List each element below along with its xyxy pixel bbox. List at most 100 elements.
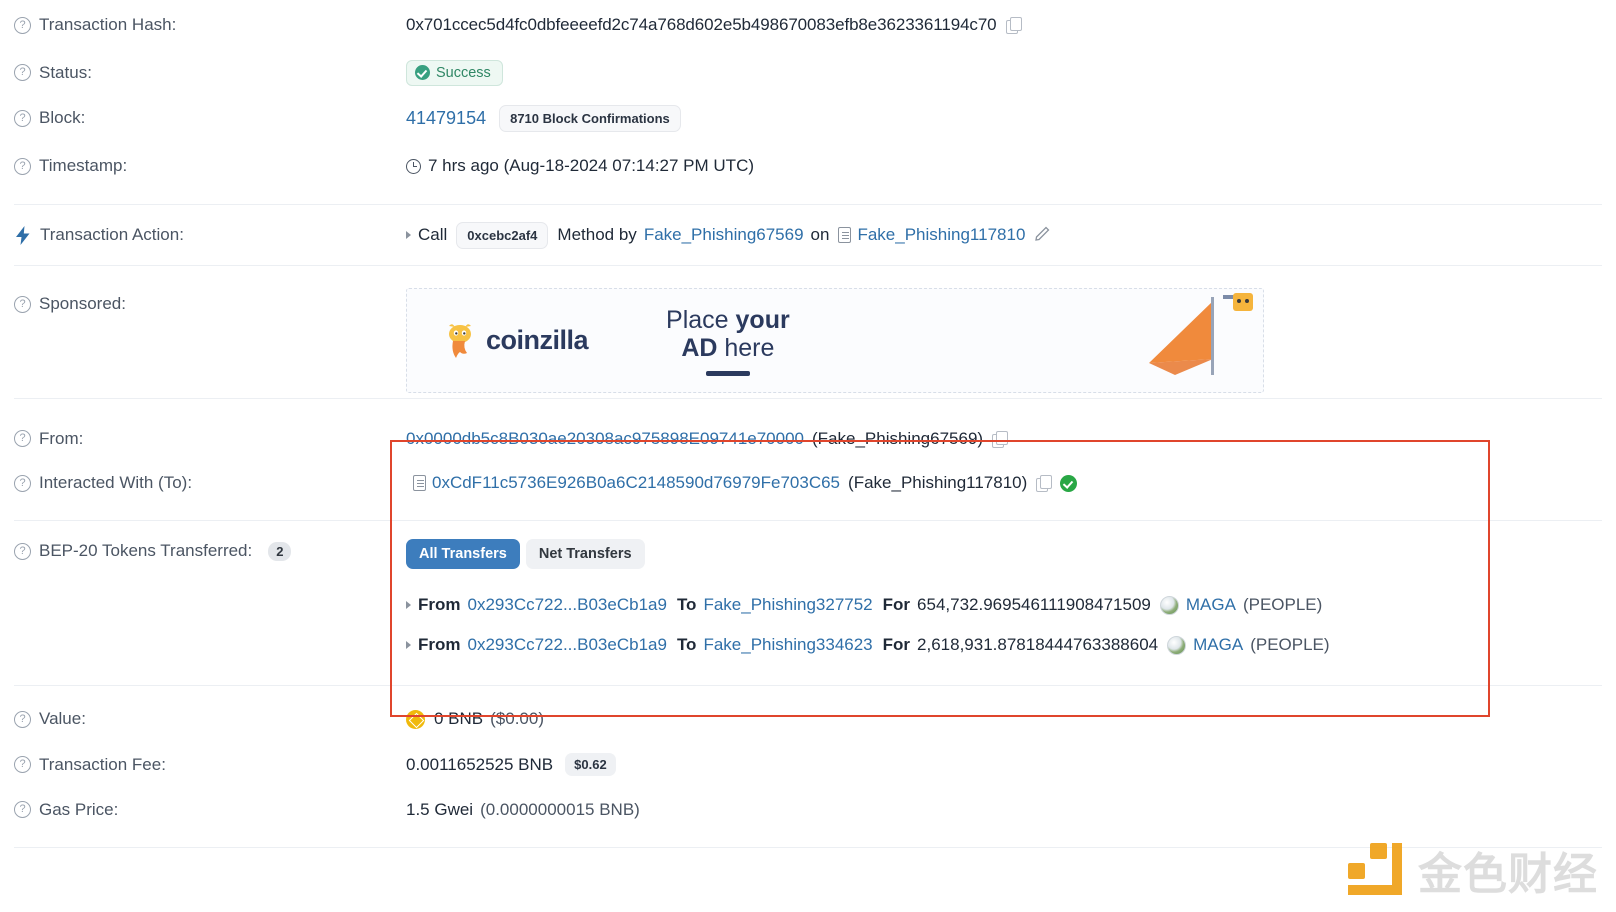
check-circle-icon — [415, 65, 430, 80]
action-contract-link[interactable]: Fake_Phishing117810 — [857, 225, 1025, 245]
watermark-text: 金色财经 — [1418, 838, 1598, 902]
value-interacted-with: 0xCdF11c5736E926B0a6C2148590d76979Fe703C… — [406, 473, 1602, 493]
tab-all-transfers[interactable]: All Transfers — [406, 539, 520, 569]
verified-check-icon — [1060, 474, 1078, 492]
label-interacted-with: ? Interacted With (To): — [14, 473, 406, 493]
expand-caret-icon[interactable] — [406, 641, 411, 649]
block-number-link[interactable]: 41479154 — [406, 108, 486, 129]
transfer-for-word: For — [882, 595, 911, 614]
gas-price-amount: 1.5 Gwei — [406, 799, 474, 819]
ad-underline — [705, 370, 750, 376]
status-badge: Success — [406, 59, 503, 86]
help-icon[interactable]: ? — [14, 157, 31, 175]
transfer-to-word: To — [676, 635, 697, 654]
help-icon[interactable]: ? — [14, 430, 31, 447]
help-icon[interactable]: ? — [14, 474, 31, 492]
value-block: 41479154 8710 Block Confirmations — [406, 104, 1602, 132]
value-from: 0x0000db5c8B030ae20308ac975898E09741e700… — [406, 429, 1602, 449]
block-confirmations-badge: 8710 Block Confirmations — [499, 104, 681, 132]
pencil-icon[interactable] — [1035, 224, 1052, 246]
label-text: Transaction Action: — [40, 225, 184, 244]
label-text: Interacted With (To): — [39, 473, 193, 492]
help-icon[interactable]: ? — [14, 542, 31, 560]
value-sponsored: coinzilla Place your AD here — [406, 288, 1602, 393]
expand-caret-icon[interactable] — [406, 231, 411, 239]
status-badge-label: Success — [436, 64, 491, 81]
clock-icon — [406, 158, 421, 174]
ad-line2-b: here — [724, 333, 775, 362]
help-icon[interactable]: ? — [14, 295, 31, 313]
transfer-from-address-link[interactable]: 0x293Cc722...B03eCb1a9 — [468, 595, 667, 615]
row-value: ? Value: 0 BNB ($0.00) — [0, 696, 1616, 742]
fee-amount: 0.0011652525 BNB — [406, 754, 554, 774]
copy-icon[interactable] — [1036, 475, 1053, 492]
transfer-from-address-link[interactable]: 0x293Cc722...B03eCb1a9 — [468, 635, 667, 655]
copy-icon[interactable] — [1005, 17, 1022, 34]
label-sponsored: ? Sponsored: — [14, 288, 406, 314]
token-icon — [1159, 595, 1179, 615]
action-caller-link[interactable]: Fake_Phishing67569 — [644, 225, 804, 245]
row-transaction-action: Transaction Action: Call 0xcebc2af4 Meth… — [0, 205, 1616, 265]
value-status: Success — [406, 59, 1602, 86]
transfer-token-name: (PEOPLE) — [1242, 595, 1323, 614]
transfer-to-address-link[interactable]: Fake_Phishing334623 — [703, 635, 872, 655]
sponsored-ad-banner[interactable]: coinzilla Place your AD here — [406, 288, 1264, 393]
transfer-to-word: To — [676, 595, 697, 614]
ad-line-1: Place your — [666, 306, 790, 334]
value-value: 0 BNB ($0.00) — [406, 709, 1602, 729]
transfer-token-symbol-link[interactable]: MAGA — [1193, 635, 1243, 655]
watermark-text-b: 经 — [1553, 849, 1598, 900]
transfer-row: From 0x293Cc722...B03eCb1a9 To Fake_Phis… — [406, 635, 1602, 655]
from-address-tag: (Fake_Phishing67569) — [812, 428, 984, 448]
tab-net-transfers[interactable]: Net Transfers — [525, 539, 645, 569]
help-icon[interactable]: ? — [14, 109, 31, 127]
transfer-token-symbol-link[interactable]: MAGA — [1186, 595, 1236, 615]
label-timestamp: ? Timestamp: — [14, 156, 406, 176]
label-text: From: — [39, 428, 84, 448]
to-address-link[interactable]: 0xCdF11c5736E926B0a6C2148590d76979Fe703C… — [432, 473, 840, 493]
to-address-tag: (Fake_Phishing117810) — [848, 473, 1028, 492]
divider — [14, 685, 1602, 686]
expand-caret-icon[interactable] — [406, 601, 411, 609]
from-address-link[interactable]: 0x0000db5c8B030ae20308ac975898E09741e700… — [406, 429, 804, 449]
token-icon — [1167, 635, 1187, 655]
help-icon[interactable]: ? — [14, 756, 31, 773]
help-icon[interactable]: ? — [14, 710, 31, 728]
help-icon[interactable]: ? — [14, 64, 31, 81]
label-block: ? Block: — [14, 108, 406, 128]
transfer-amount: 2,618,931.87818444763388604 — [917, 635, 1159, 654]
transfer-for-word: For — [882, 635, 911, 654]
copy-icon[interactable] — [992, 430, 1009, 448]
help-icon[interactable]: ? — [14, 16, 31, 34]
row-transaction-fee: ? Transaction Fee: 0.0011652525 BNB $0.6… — [0, 742, 1616, 787]
ad-line-2: AD here — [666, 334, 790, 362]
label-transaction-fee: ? Transaction Fee: — [14, 755, 406, 775]
row-gas-price: ? Gas Price: 1.5 Gwei (0.0000000015 BNB) — [0, 787, 1616, 832]
contract-document-icon — [838, 227, 852, 243]
contract-document-icon — [413, 475, 426, 491]
row-timestamp: ? Timestamp: 7 hrs ago (Aug-18-2024 07:1… — [0, 141, 1616, 191]
coinzilla-logo: coinzilla — [443, 322, 589, 360]
transfer-count-badge: 2 — [268, 541, 292, 561]
value-transaction-fee: 0.0011652525 BNB $0.62 — [406, 753, 1602, 776]
method-signature-badge: 0xcebc2af4 — [456, 221, 549, 249]
transfer-token-name: (PEOPLE) — [1250, 635, 1330, 654]
value-fiat: ($0.00) — [490, 709, 545, 728]
label-from: ? From: — [14, 429, 406, 449]
row-transaction-hash: ? Transaction Hash: 0x701ccec5d4fc0dbfee… — [0, 0, 1616, 50]
value-amount: 0 BNB — [434, 709, 484, 728]
transfer-from-word: From — [418, 635, 461, 654]
help-icon[interactable]: ? — [14, 801, 31, 818]
timestamp-value: 7 hrs ago (Aug-18-2024 07:14:27 PM UTC) — [428, 156, 755, 175]
label-text: Block: — [39, 108, 86, 127]
transfer-to-address-link[interactable]: Fake_Phishing327752 — [703, 595, 872, 615]
row-interacted-with: ? Interacted With (To): 0xCdF11c5736E926… — [0, 461, 1616, 505]
transfer-tabs: All Transfers Net Transfers — [406, 539, 1602, 569]
transaction-hash-value: 0x701ccec5d4fc0dbfeeeefd2c74a768d602e5b4… — [406, 15, 997, 34]
value-bep20-transfers: All Transfers Net Transfers From 0x293Cc… — [406, 539, 1602, 655]
label-transaction-hash: ? Transaction Hash: — [14, 15, 406, 35]
row-from: ? From: 0x0000db5c8B030ae20308ac975898E0… — [0, 416, 1616, 461]
label-text: Value: — [39, 709, 86, 728]
label-text: Gas Price: — [39, 799, 119, 819]
coinzilla-mascot-icon — [443, 322, 477, 360]
